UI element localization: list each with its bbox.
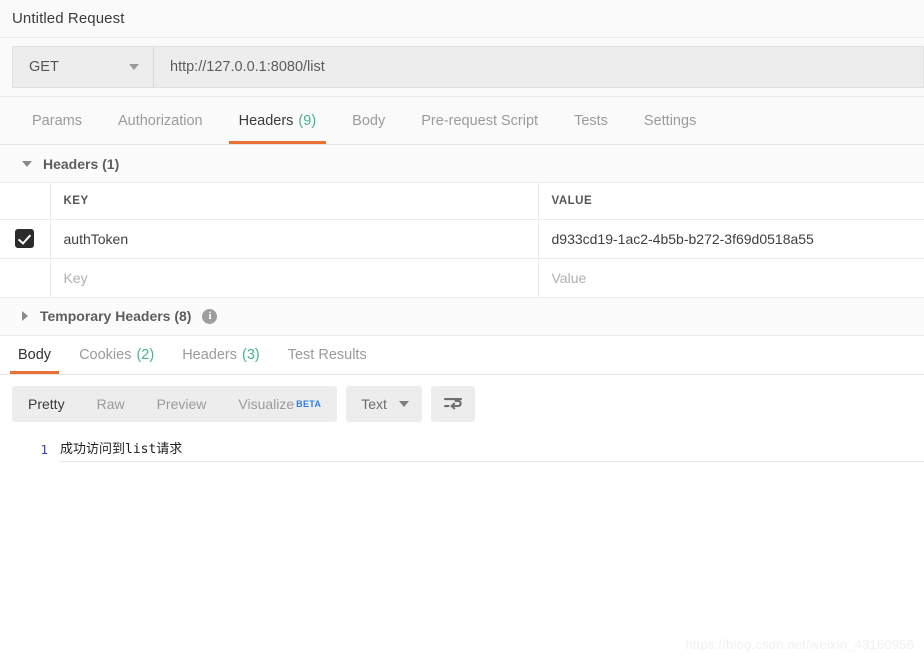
tab-authorization[interactable]: Authorization — [100, 97, 221, 144]
headers-section-toggle[interactable]: Headers (1) — [0, 145, 924, 183]
column-header-value: VALUE — [538, 183, 924, 220]
chevron-down-icon — [129, 64, 139, 70]
temporary-headers-section-label: Temporary Headers (8) — [40, 308, 192, 324]
line-number: 1 — [40, 441, 48, 457]
tab-authorization-label: Authorization — [117, 112, 203, 129]
response-format-toolbar: Pretty Raw Preview Visualize BETA Text — [0, 374, 924, 433]
request-tabs: Params Authorization Headers (9) Body Pr… — [0, 97, 924, 145]
view-mode-preview-label: Preview — [156, 395, 207, 412]
tab-body[interactable]: Body — [334, 97, 403, 144]
header-row-enable-cell — [0, 219, 51, 259]
header-enabled-checkbox[interactable] — [15, 229, 35, 248]
header-value-input[interactable]: d933cd19-1ac2-4b5b-b272-3f69d0518a55 — [538, 219, 924, 259]
response-content-type-select[interactable]: Text — [346, 385, 422, 422]
headers-section-label: Headers (1) — [43, 155, 120, 172]
tab-settings[interactable]: Settings — [626, 97, 714, 144]
request-url-input[interactable]: http://127.0.0.1:8080/list — [154, 46, 924, 88]
triangle-down-icon — [22, 160, 32, 167]
headers-table-header-row: KEY VALUE — [0, 183, 924, 220]
http-method-label: GET — [29, 59, 59, 75]
tab-pre-request-script[interactable]: Pre-request Script — [403, 97, 556, 144]
response-tab-body-label: Body — [18, 346, 52, 363]
tab-headers-label: Headers — [238, 112, 294, 129]
table-row: authToken d933cd19-1ac2-4b5b-b272-3f69d0… — [0, 219, 924, 259]
tab-params-label: Params — [32, 112, 82, 129]
response-tab-cookies-label: Cookies — [79, 346, 132, 363]
response-tab-cookies-count: (2) — [136, 346, 155, 363]
word-wrap-toggle-button[interactable] — [430, 385, 475, 422]
new-header-value-input[interactable]: Value — [538, 258, 924, 298]
view-mode-pretty[interactable]: Pretty — [12, 386, 81, 422]
response-body-text: 成功访问到list请求 — [60, 439, 924, 462]
view-mode-visualize[interactable]: Visualize BETA — [222, 386, 337, 422]
view-mode-pretty-label: Pretty — [28, 395, 65, 412]
response-tab-body[interactable]: Body — [4, 336, 65, 374]
headers-table: KEY VALUE authToken d933cd19-1ac2-4b5b-b… — [0, 183, 924, 298]
code-line: 1 成功访问到list请求 — [0, 439, 924, 463]
triangle-right-icon — [22, 311, 28, 321]
response-view-mode-group: Pretty Raw Preview Visualize BETA — [12, 385, 338, 422]
response-tab-cookies[interactable]: Cookies (2) — [65, 336, 168, 374]
response-content-type-label: Text — [361, 395, 387, 412]
tab-tests-label: Tests — [574, 112, 608, 129]
postman-request-window: Untitled Request GET http://127.0.0.1:80… — [0, 0, 924, 664]
response-tab-headers-label: Headers — [182, 346, 237, 363]
url-bar-container: GET http://127.0.0.1:8080/list — [0, 38, 924, 97]
response-tab-headers[interactable]: Headers (3) — [168, 336, 274, 374]
header-key-input[interactable]: authToken — [50, 219, 539, 259]
response-tabs: Body Cookies (2) Headers (3) Test Result… — [0, 335, 924, 375]
tab-headers[interactable]: Headers (9) — [221, 97, 335, 144]
page-title: Untitled Request — [12, 10, 125, 27]
watermark: https://blog.csdn.net/weixin_43160956 — [685, 637, 914, 652]
column-header-key: KEY — [50, 183, 539, 220]
tab-body-label: Body — [352, 112, 386, 129]
http-method-select[interactable]: GET — [12, 46, 154, 88]
view-mode-raw-label: Raw — [96, 395, 125, 412]
info-icon[interactable]: i — [202, 308, 218, 324]
url-bar: GET http://127.0.0.1:8080/list — [12, 46, 924, 88]
view-mode-visualize-label: Visualize — [238, 395, 295, 412]
word-wrap-icon — [443, 397, 462, 409]
response-tab-test-results-label: Test Results — [287, 346, 367, 363]
tab-params[interactable]: Params — [14, 97, 100, 144]
beta-badge: BETA — [296, 398, 322, 409]
view-mode-preview[interactable]: Preview — [141, 386, 223, 422]
tab-headers-count: (9) — [298, 112, 317, 129]
tab-tests[interactable]: Tests — [556, 97, 626, 144]
response-tab-headers-count: (3) — [242, 346, 260, 363]
request-title-bar: Untitled Request — [0, 0, 924, 38]
response-body-viewer[interactable]: 1 成功访问到list请求 — [0, 432, 924, 615]
chevron-down-icon — [398, 400, 409, 407]
new-header-key-input[interactable]: Key — [50, 258, 539, 298]
table-row: Key Value — [0, 258, 924, 298]
response-tab-test-results[interactable]: Test Results — [274, 336, 381, 374]
tab-settings-label: Settings — [643, 112, 697, 129]
view-mode-raw[interactable]: Raw — [81, 386, 141, 422]
temporary-headers-section-toggle[interactable]: Temporary Headers (8) i — [0, 297, 924, 336]
new-header-enable-cell — [0, 258, 51, 298]
tab-pre-request-script-label: Pre-request Script — [421, 112, 539, 129]
column-header-checkbox — [0, 183, 51, 220]
